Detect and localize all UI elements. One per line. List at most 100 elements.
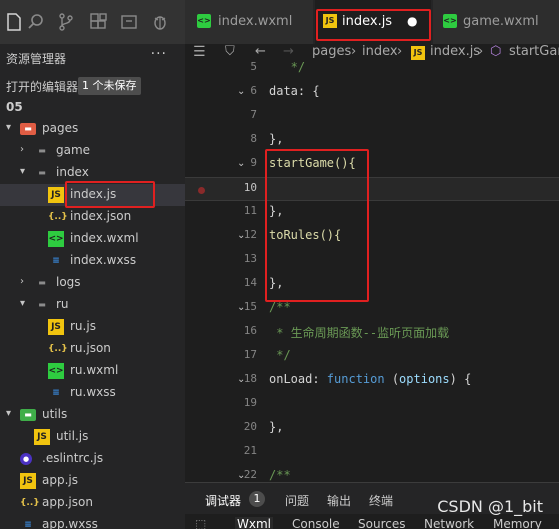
code-line[interactable]: 10 (185, 177, 559, 201)
source-control-icon[interactable] (56, 12, 76, 32)
chevron-down-icon[interactable]: ▾ (20, 298, 25, 309)
wxml-file-icon: <> (48, 231, 64, 247)
list-icon[interactable]: ☰ (193, 44, 206, 60)
tree-item[interactable]: ▾ ▬ pages (0, 118, 185, 140)
line-number: 12 (243, 228, 257, 241)
code-line[interactable]: 18 ⌄ onLoad: function (options) { (185, 369, 559, 393)
code-line[interactable]: 20}, (185, 417, 559, 441)
crumb-index[interactable]: index (362, 44, 398, 59)
code-line[interactable]: 22 ⌄ /** (185, 465, 559, 482)
chevron-down-icon[interactable]: ▾ (6, 122, 11, 133)
folder-pages-icon: ▬ (20, 123, 36, 135)
tree-item[interactable]: JS app.js (0, 470, 185, 492)
line-number: 15 (243, 300, 257, 313)
package-icon[interactable] (119, 12, 139, 32)
chevron-right-icon[interactable]: › (20, 276, 24, 287)
code-line[interactable]: 8}, (185, 129, 559, 153)
code-text: }, (269, 420, 284, 434)
debug-icon[interactable] (150, 12, 170, 32)
code-line[interactable]: 9 ⌄ startGame(){ (185, 153, 559, 177)
tree-item-label: util.js (56, 429, 89, 443)
select-element-icon[interactable]: ⬚ (195, 517, 206, 529)
code-line[interactable]: 5 */ (185, 62, 559, 81)
forward-arrow-icon[interactable]: → (283, 44, 294, 59)
unsaved-badge: 1 个未保存 (78, 77, 141, 95)
highlight-box-tab (316, 9, 431, 41)
code-line[interactable]: 6 ⌄ data: { (185, 81, 559, 105)
extensions-icon[interactable] (88, 12, 108, 32)
folder-icon: ▬ (38, 146, 46, 155)
code-line[interactable]: 21 (185, 441, 559, 465)
fold-chevron-icon[interactable]: ⌄ (237, 470, 245, 481)
code-line[interactable]: 11}, (185, 201, 559, 225)
tree-item[interactable]: › ▬ logs (0, 272, 185, 294)
tree-item[interactable]: {..} ru.json (0, 338, 185, 360)
code-line[interactable]: 17 */ (185, 345, 559, 369)
tree-item[interactable]: ▾ ▬ utils (0, 404, 185, 426)
fold-chevron-icon[interactable]: ⌄ (237, 158, 245, 169)
tab-debugger[interactable]: 调试器 (205, 492, 241, 509)
tab-terminal[interactable]: 终端 (369, 492, 393, 509)
wxml-file-icon: <> (197, 14, 211, 28)
code-line[interactable]: 13 (185, 249, 559, 273)
files-icon[interactable] (4, 12, 24, 32)
code-line[interactable]: 12 ⌄ toRules(){ (185, 225, 559, 249)
code-line[interactable]: 16 * 生命周期函数--监听页面加载 (185, 321, 559, 345)
code-line[interactable]: 15 ⌄ /** (185, 297, 559, 321)
breadcrumb: ☰ ⛉ ← → pages › index › JS index.js › ⬡ … (185, 44, 559, 62)
method-icon: ⬡ (490, 44, 502, 59)
tree-item[interactable]: JS ru.js (0, 316, 185, 338)
tab-problems[interactable]: 问题 (285, 492, 309, 509)
devtab-console[interactable]: Console (292, 517, 340, 529)
project-folder[interactable]: 05 (6, 100, 23, 114)
tree-item[interactable]: <> ru.wxml (0, 360, 185, 382)
bookmark-icon[interactable]: ⛉ (225, 44, 235, 59)
back-arrow-icon[interactable]: ← (255, 44, 266, 59)
line-number: 10 (243, 181, 257, 194)
json-file-icon: {..} (20, 498, 40, 508)
devtab-network[interactable]: Network (424, 517, 474, 529)
chevron-down-icon[interactable]: ▾ (6, 408, 11, 419)
crumb-pages[interactable]: pages (312, 44, 351, 59)
search-icon[interactable] (26, 12, 46, 32)
crumb-symbol[interactable]: startGame (509, 44, 559, 59)
code-editor[interactable]: 5 */6 ⌄ data: {7 8}, 9 ⌄ startGame(){10 11}, 12 ⌄… (185, 62, 559, 482)
tree-item[interactable]: ≡ app.wxss (0, 514, 185, 529)
tree-item[interactable]: JS util.js (0, 426, 185, 448)
crumb-file[interactable]: index.js (430, 44, 480, 59)
devtab-sources[interactable]: Sources (358, 517, 405, 529)
tab-index-wxml[interactable]: <> index.wxml (185, 0, 313, 44)
fold-chevron-icon[interactable]: ⌄ (237, 86, 245, 97)
line-number: 11 (243, 204, 257, 217)
tree-item[interactable]: <> index.wxml (0, 228, 185, 250)
devtab-memory[interactable]: Memory (493, 517, 542, 529)
tree-item[interactable]: ▾ ▬ ru (0, 294, 185, 316)
open-editors-section[interactable]: 打开的编辑器 (6, 78, 78, 95)
tree-item[interactable]: ● .eslintrc.js (0, 448, 185, 470)
more-actions-button[interactable]: ··· (151, 46, 167, 62)
code-line[interactable]: 19 (185, 393, 559, 417)
chevron-down-icon[interactable]: ▾ (20, 166, 25, 177)
tree-item[interactable]: {..} index.json (0, 206, 185, 228)
folder-icon: ▬ (38, 278, 46, 287)
tree-item[interactable]: {..} app.json (0, 492, 185, 514)
tree-item-label: index.wxss (70, 253, 137, 267)
fold-chevron-icon[interactable]: ⌄ (237, 230, 245, 241)
chevron-right-icon[interactable]: › (20, 144, 24, 155)
chevron-right-icon: › (478, 44, 484, 59)
code-line[interactable]: 14}, (185, 273, 559, 297)
tab-output[interactable]: 输出 (327, 492, 351, 509)
line-number: 5 (250, 62, 257, 73)
fold-chevron-icon[interactable]: ⌄ (237, 302, 245, 313)
devtab-wxml[interactable]: Wxml (235, 517, 273, 529)
wxml-file-icon: <> (443, 14, 457, 28)
tab-game-wxml[interactable]: <> game.wxml (433, 0, 559, 44)
tree-item[interactable]: ≡ ru.wxss (0, 382, 185, 404)
tree-item-label: index.json (70, 209, 132, 223)
line-number: 17 (243, 348, 257, 361)
tree-item-label: utils (42, 407, 68, 421)
tree-item[interactable]: ≡ index.wxss (0, 250, 185, 272)
code-line[interactable]: 7 (185, 105, 559, 129)
fold-chevron-icon[interactable]: ⌄ (237, 374, 245, 385)
tree-item[interactable]: › ▬ game (0, 140, 185, 162)
